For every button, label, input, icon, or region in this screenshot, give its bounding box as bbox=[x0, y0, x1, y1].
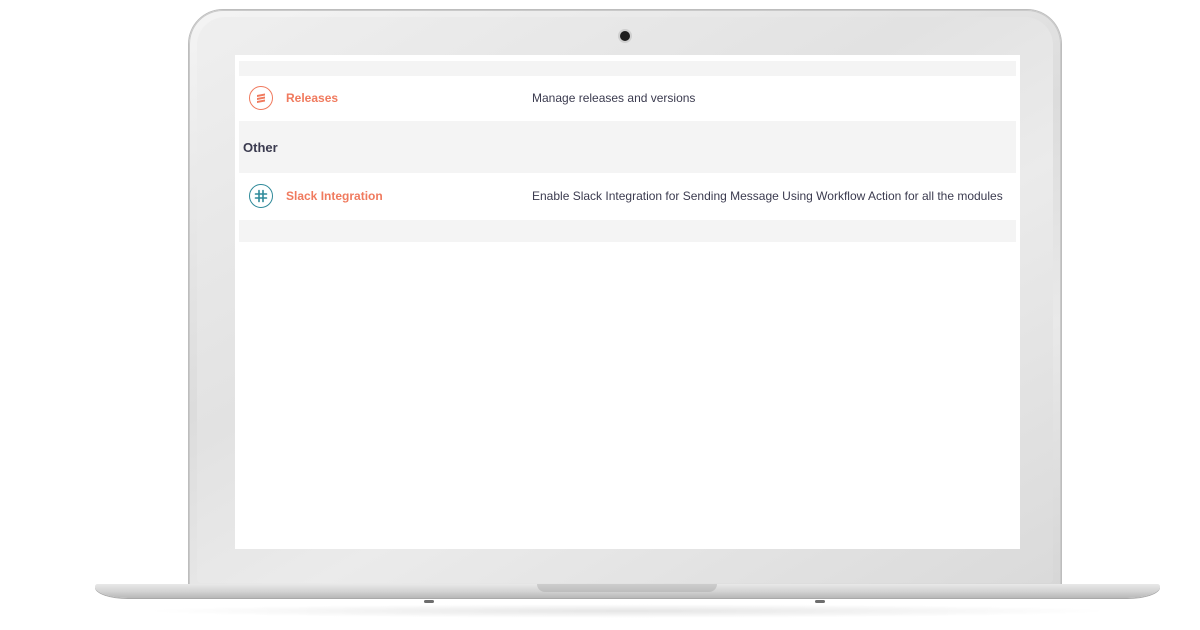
laptop-foot bbox=[815, 600, 825, 603]
laptop-shadow bbox=[140, 604, 1115, 618]
section-title: Other bbox=[243, 140, 278, 155]
module-description: Enable Slack Integration for Sending Mes… bbox=[532, 189, 1003, 203]
module-name-link[interactable]: Slack Integration bbox=[286, 189, 383, 203]
stack-layers-icon bbox=[249, 86, 273, 110]
list-bottom-band bbox=[239, 220, 1016, 242]
laptop-foot bbox=[424, 600, 434, 603]
screen: Releases Manage releases and versions Ot… bbox=[235, 55, 1020, 549]
section-header-other: Other bbox=[239, 121, 1016, 173]
laptop-mockup: Releases Manage releases and versions Ot… bbox=[0, 0, 1200, 630]
slack-hash-icon bbox=[249, 184, 273, 208]
laptop-opening-notch bbox=[537, 584, 717, 592]
module-name-link[interactable]: Releases bbox=[286, 91, 338, 105]
webcam-icon bbox=[620, 31, 630, 41]
module-description: Manage releases and versions bbox=[532, 91, 696, 105]
list-top-band bbox=[239, 61, 1016, 76]
module-row-releases[interactable]: Releases Manage releases and versions bbox=[239, 76, 1016, 121]
module-row-slack-integration[interactable]: Slack Integration Enable Slack Integrati… bbox=[239, 173, 1016, 220]
